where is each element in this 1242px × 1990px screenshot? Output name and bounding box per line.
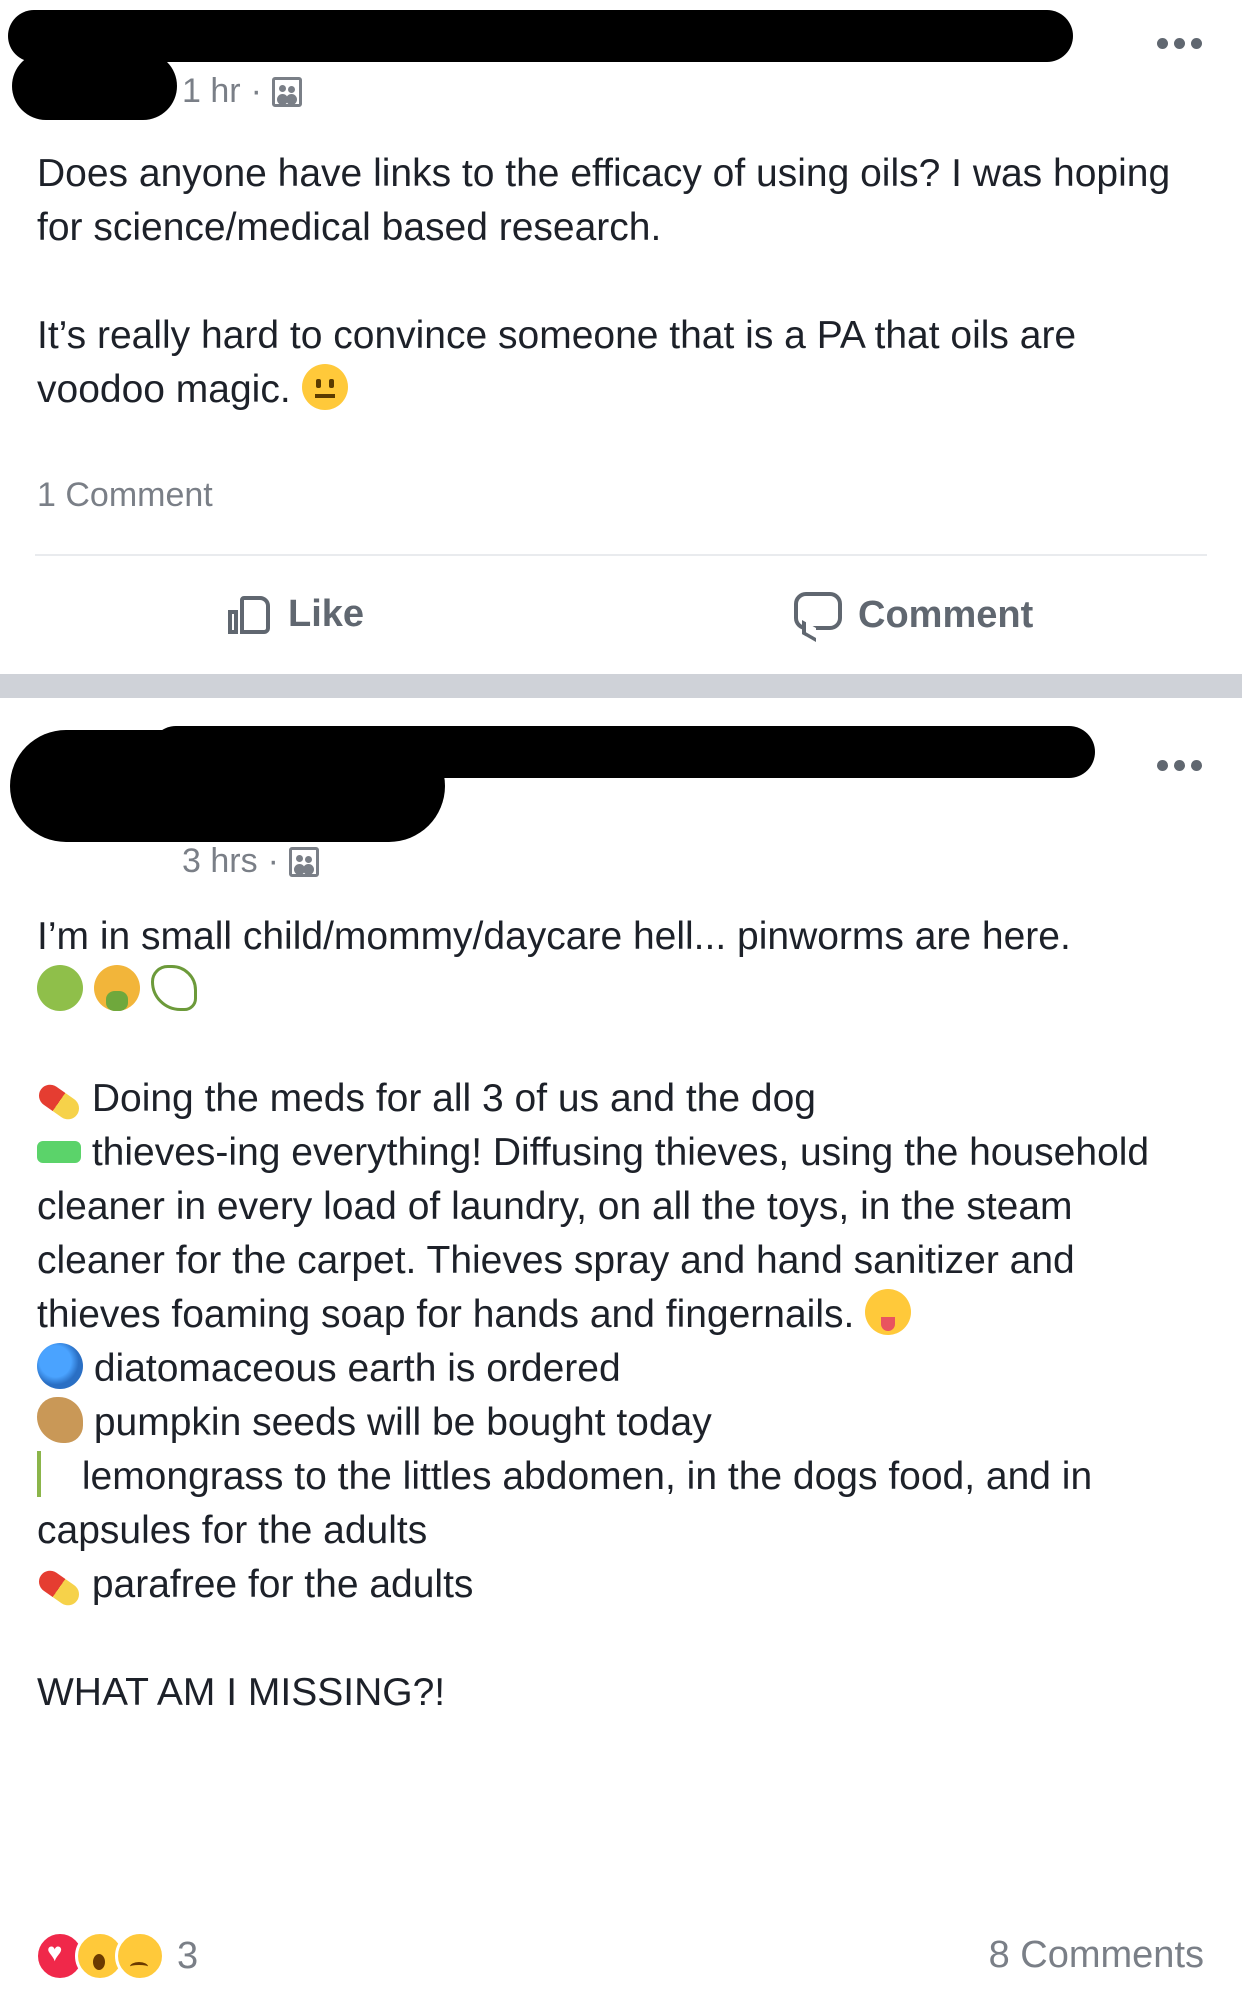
comment-button[interactable]: Comment [794, 592, 1033, 638]
comment-label: Comment [858, 593, 1034, 636]
reaction-count: 3 [177, 1934, 199, 1977]
post-time: 1 hr [182, 72, 241, 110]
peanut-icon [37, 1397, 83, 1443]
comment-count[interactable]: 8 Comments [989, 1934, 1204, 1977]
list-item: pumpkin seeds will be bought today [37, 1396, 1207, 1450]
post-closing: WHAT AM I MISSING?! [37, 1671, 446, 1714]
post-time: 3 hrs [182, 842, 258, 880]
list-item: lemongrass to the littles abdomen, in th… [37, 1450, 1207, 1558]
meta-separator: · [250, 72, 262, 110]
comment-count[interactable]: 1 Comment [37, 476, 213, 515]
post-card-2: 3 hrs · I’m in small child/mommy/daycare… [0, 698, 1242, 1990]
speech-bubble-icon [794, 592, 842, 638]
globe-icon [37, 1343, 83, 1389]
post-meta: 1 hr · [182, 72, 302, 111]
pill-icon [34, 1080, 84, 1124]
squinting-tongue-face-icon [865, 1289, 912, 1335]
like-button[interactable]: Like [228, 592, 364, 636]
post-paragraph-2: It’s really hard to convince someone tha… [37, 314, 1077, 411]
divider [35, 554, 1207, 556]
pill-icon [34, 1566, 84, 1610]
post-paragraph: Does anyone have links to the efficacy o… [37, 152, 1171, 249]
sad-reaction-icon [115, 1931, 165, 1981]
meta-separator: · [267, 842, 279, 880]
redacted-avatar [12, 52, 177, 120]
more-options-icon[interactable] [1157, 38, 1202, 49]
dragon-icon [150, 965, 197, 1011]
water-pistol-icon [37, 1141, 81, 1163]
list-item: thieves-ing everything! Diffusing thieve… [37, 1131, 1150, 1336]
group-audience-icon [271, 76, 302, 107]
post-body: I’m in small child/mommy/daycare hell...… [34, 910, 1207, 1720]
thumbs-up-icon [228, 592, 272, 636]
post-body: Does anyone have links to the efficacy o… [37, 147, 1207, 417]
list-item: Doing the meds for all 3 of us and the d… [34, 1072, 1207, 1126]
feed-separator [0, 674, 1242, 698]
group-audience-icon [288, 846, 319, 877]
list-item: parafree for the adults [34, 1558, 1207, 1612]
redacted-author-name [8, 10, 1073, 62]
post-card-1: 1 hr · Does anyone have links to the eff… [0, 0, 1242, 674]
post-intro: I’m in small child/mommy/daycare hell...… [37, 915, 1071, 958]
like-label: Like [288, 592, 365, 635]
vomiting-face-icon [93, 965, 140, 1011]
more-options-icon[interactable] [1157, 760, 1202, 771]
post-meta: 3 hrs · [182, 842, 319, 881]
neutral-face-icon [301, 364, 348, 410]
sheaf-of-rice-icon [37, 1451, 71, 1497]
reaction-emojis [37, 964, 1207, 1020]
redacted-avatar [10, 730, 445, 842]
reactions-summary[interactable]: 3 [35, 1931, 198, 1981]
nauseated-face-icon [37, 965, 83, 1011]
list-item: diatomaceous earth is ordered [37, 1342, 1207, 1396]
